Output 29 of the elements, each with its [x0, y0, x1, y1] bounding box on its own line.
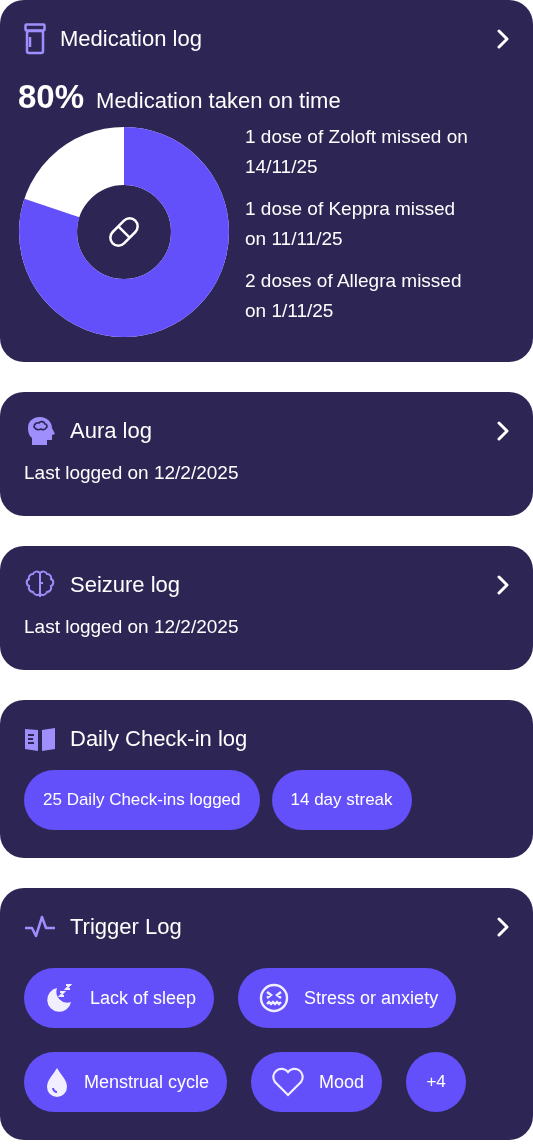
chevron-icon[interactable] — [497, 29, 509, 49]
face-icon — [258, 982, 291, 1014]
trigger-chip[interactable]: Menstrual cycle — [24, 1052, 228, 1112]
chevron-icon[interactable] — [497, 575, 509, 595]
card-title: Trigger Log — [70, 914, 183, 940]
card-title: Medication log — [60, 26, 203, 52]
last-logged-text: Last logged on 12/2/2025 — [24, 616, 240, 638]
last-logged-text: Last logged on 12/2/2025 — [24, 462, 240, 484]
book-icon — [24, 726, 56, 752]
missed-dose-text: 1 dose of Keppra missed on 11/11/25 — [245, 197, 457, 251]
percentage-value: 80% — [18, 78, 85, 116]
trigger-chip[interactable]: Mood — [251, 1052, 383, 1112]
card-title: Aura log — [70, 418, 153, 444]
missed-dose-text: 1 dose of Zoloft missed on 14/11/25 — [245, 125, 469, 179]
trigger-chip[interactable]: Lack of sleep — [24, 968, 215, 1028]
card-title: Seizure log — [70, 572, 182, 598]
pulse-icon — [24, 915, 56, 939]
stat-pill: 25 Daily Check-ins logged — [24, 770, 260, 830]
heart-icon — [271, 1067, 306, 1097]
card-title: Daily Check-in log — [70, 726, 249, 752]
more-count-button[interactable]: +4 — [406, 1052, 467, 1112]
chevron-icon[interactable] — [497, 917, 509, 937]
stat-label: Medication taken on time — [96, 88, 341, 114]
drop-icon — [44, 1066, 70, 1098]
chevron-icon[interactable] — [497, 421, 509, 441]
bottle-icon — [24, 23, 46, 55]
trigger-chip[interactable]: Stress or anxiety — [238, 968, 457, 1028]
missed-dose-text: 2 doses of Allegra missed on 1/11/25 — [245, 269, 463, 323]
stat-pill: 14 day streak — [271, 770, 412, 830]
